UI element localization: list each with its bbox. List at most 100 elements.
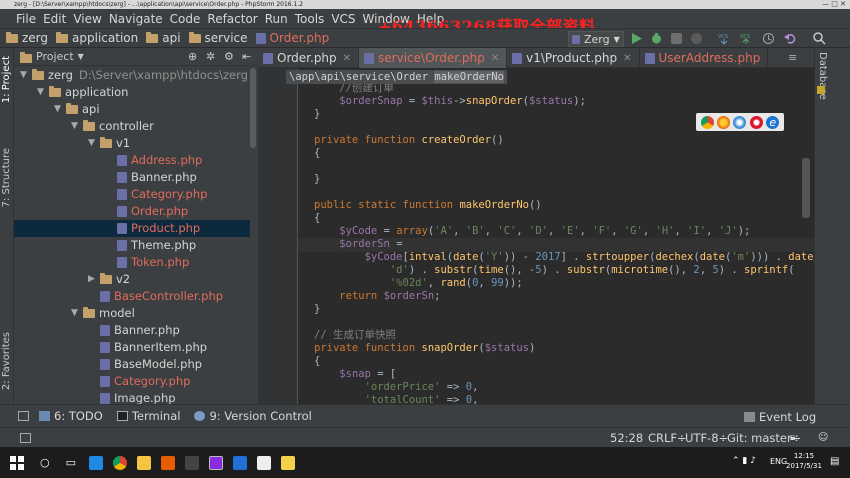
tree-file[interactable]: Product.php: [14, 220, 250, 237]
hide-panel-icon[interactable]: ⇤: [242, 50, 251, 63]
tab-order-php[interactable]: Order.php ✕: [258, 48, 360, 68]
menu-vcs[interactable]: VCS: [331, 12, 355, 26]
sync-icon[interactable]: ⊕: [188, 50, 197, 63]
tab-project[interactable]: 1: Project: [1, 56, 12, 103]
menu-navigate[interactable]: Navigate: [109, 12, 163, 26]
nav-crumb-zerg[interactable]: zerg: [6, 31, 48, 45]
editor-scrollbar[interactable]: [802, 158, 810, 218]
line-separator[interactable]: CRLF÷: [648, 431, 687, 445]
code-area[interactable]: //创建订单 $orderSnap = $this->snapOrder($st…: [258, 68, 814, 404]
tree-file[interactable]: Category.php: [14, 186, 250, 203]
menu-edit[interactable]: Edit: [43, 12, 66, 26]
gear-icon[interactable]: ⚙: [224, 50, 234, 63]
cursor-position[interactable]: 52:28: [610, 431, 643, 445]
chevron-down-icon[interactable]: ▼: [71, 305, 83, 322]
windows-start-icon[interactable]: [10, 455, 24, 470]
window-controls[interactable]: — □ ✕: [822, 0, 846, 9]
tree-file[interactable]: Token.php: [14, 254, 250, 271]
menu-view[interactable]: View: [73, 12, 101, 26]
nav-crumb-order-php[interactable]: Order.php: [255, 31, 329, 45]
debug-icon[interactable]: [650, 32, 663, 45]
tree-folder[interactable]: ▼ model: [14, 305, 250, 322]
notepad-icon[interactable]: [257, 455, 272, 470]
explorer-icon[interactable]: [137, 455, 152, 470]
task-view-icon[interactable]: ▭: [66, 456, 76, 469]
app-icon-gray[interactable]: [185, 455, 200, 470]
chevron-down-icon[interactable]: ▼: [37, 84, 49, 101]
chevron-down-icon[interactable]: ▼: [88, 135, 100, 152]
coverage-icon[interactable]: [670, 32, 683, 45]
terminal-button[interactable]: Terminal: [116, 409, 180, 423]
vcs-commit-icon[interactable]: VCS: [740, 32, 753, 45]
tabs-overflow-icon[interactable]: ≡: [788, 51, 797, 64]
phpstorm-icon[interactable]: [209, 455, 224, 470]
tree-file[interactable]: Banner.php: [14, 169, 250, 186]
tab-service-order-php[interactable]: service\Order.php ✕: [359, 48, 508, 68]
vscode-icon[interactable]: [233, 455, 248, 470]
project-panel-title[interactable]: Project: [36, 50, 74, 63]
input-language[interactable]: ENG: [770, 457, 787, 466]
menu-file[interactable]: File: [16, 12, 36, 26]
tree-file[interactable]: Address.php: [14, 152, 250, 169]
menu-run[interactable]: Run: [265, 12, 288, 26]
chevron-down-icon[interactable]: ▼: [54, 101, 66, 118]
tree-folder[interactable]: ▼ application: [14, 84, 250, 101]
clock[interactable]: 12:15 2017/5/31: [786, 451, 822, 471]
version-control-button[interactable]: 9: Version Control: [194, 409, 312, 423]
tree-file[interactable]: Order.php: [14, 203, 250, 220]
chevron-right-icon[interactable]: ▶: [88, 271, 100, 288]
tree-file[interactable]: BaseController.php: [14, 288, 250, 305]
revert-icon[interactable]: [784, 32, 797, 45]
tab-favorites[interactable]: 2: Favorites: [1, 332, 12, 390]
nav-crumb-service[interactable]: service: [188, 31, 248, 45]
nav-crumb-application[interactable]: application: [56, 31, 138, 45]
opera-icon[interactable]: [749, 115, 763, 129]
tray-icons[interactable]: ⌃ ▮ ♪: [732, 456, 756, 466]
code-breadcrumb[interactable]: \app\api\service\Order makeOrderNo: [286, 70, 507, 84]
search-icon[interactable]: [813, 32, 826, 45]
nav-crumb-api[interactable]: api: [146, 31, 181, 45]
search-icon[interactable]: ○: [40, 456, 50, 469]
chevron-down-icon[interactable]: ▼: [71, 118, 83, 135]
chrome-icon[interactable]: [700, 115, 714, 129]
chevron-down-icon[interactable]: ▼: [78, 52, 84, 61]
layout-icon[interactable]: [18, 411, 29, 421]
tab-v1-product-php[interactable]: v1\Product.php ✕: [507, 48, 640, 68]
chrome-icon[interactable]: [113, 455, 128, 470]
menu-refactor[interactable]: Refactor: [207, 12, 257, 26]
app-icon-orange[interactable]: [161, 455, 176, 470]
inspector-icon[interactable]: ☺: [818, 432, 828, 443]
ie-icon[interactable]: e: [766, 115, 780, 129]
vcs-update-icon[interactable]: VCS: [718, 32, 731, 45]
tree-file[interactable]: Banner.php: [14, 322, 250, 339]
history-icon[interactable]: [762, 32, 775, 45]
tab-useraddress-php[interactable]: UserAddress.php: [640, 48, 769, 68]
tree-file[interactable]: BannerItem.php: [14, 339, 250, 356]
tree-file[interactable]: Category.php: [14, 373, 250, 390]
status-layout-icon[interactable]: [20, 432, 31, 443]
stop-icon[interactable]: [690, 32, 703, 45]
safari-icon[interactable]: [733, 115, 747, 129]
tree-folder[interactable]: ▼ api: [14, 101, 250, 118]
event-log-button[interactable]: Event Log: [744, 410, 816, 424]
tree-folder[interactable]: ▼ zerg D:\Server\xampp\htdocs\zerg: [14, 67, 250, 84]
error-stripe-marker[interactable]: [817, 86, 825, 94]
tree-file[interactable]: BaseModel.php: [14, 356, 250, 373]
tab-structure[interactable]: 7: Structure: [1, 148, 12, 207]
settings-icon[interactable]: ✲: [206, 50, 215, 63]
breadcrumb-method[interactable]: makeOrderNo: [434, 71, 504, 83]
todo-button[interactable]: 6: TODO: [39, 409, 103, 423]
run-config-select[interactable]: Zerg ▼: [568, 31, 624, 47]
app-icon-yellow[interactable]: [281, 455, 296, 470]
close-icon[interactable]: ✕: [491, 53, 499, 64]
tree-folder[interactable]: ▶ v2: [14, 271, 250, 288]
project-scrollbar[interactable]: [250, 68, 256, 148]
close-icon[interactable]: ✕: [623, 53, 631, 64]
chevron-down-icon[interactable]: ▼: [20, 67, 32, 84]
run-icon[interactable]: [630, 32, 643, 45]
tree-file[interactable]: Theme.php: [14, 237, 250, 254]
tree-folder[interactable]: ▼ v1: [14, 135, 250, 152]
firefox-icon[interactable]: [717, 115, 731, 129]
lock-icon[interactable]: 🔒︎: [790, 432, 795, 443]
menu-tools[interactable]: Tools: [295, 12, 325, 26]
